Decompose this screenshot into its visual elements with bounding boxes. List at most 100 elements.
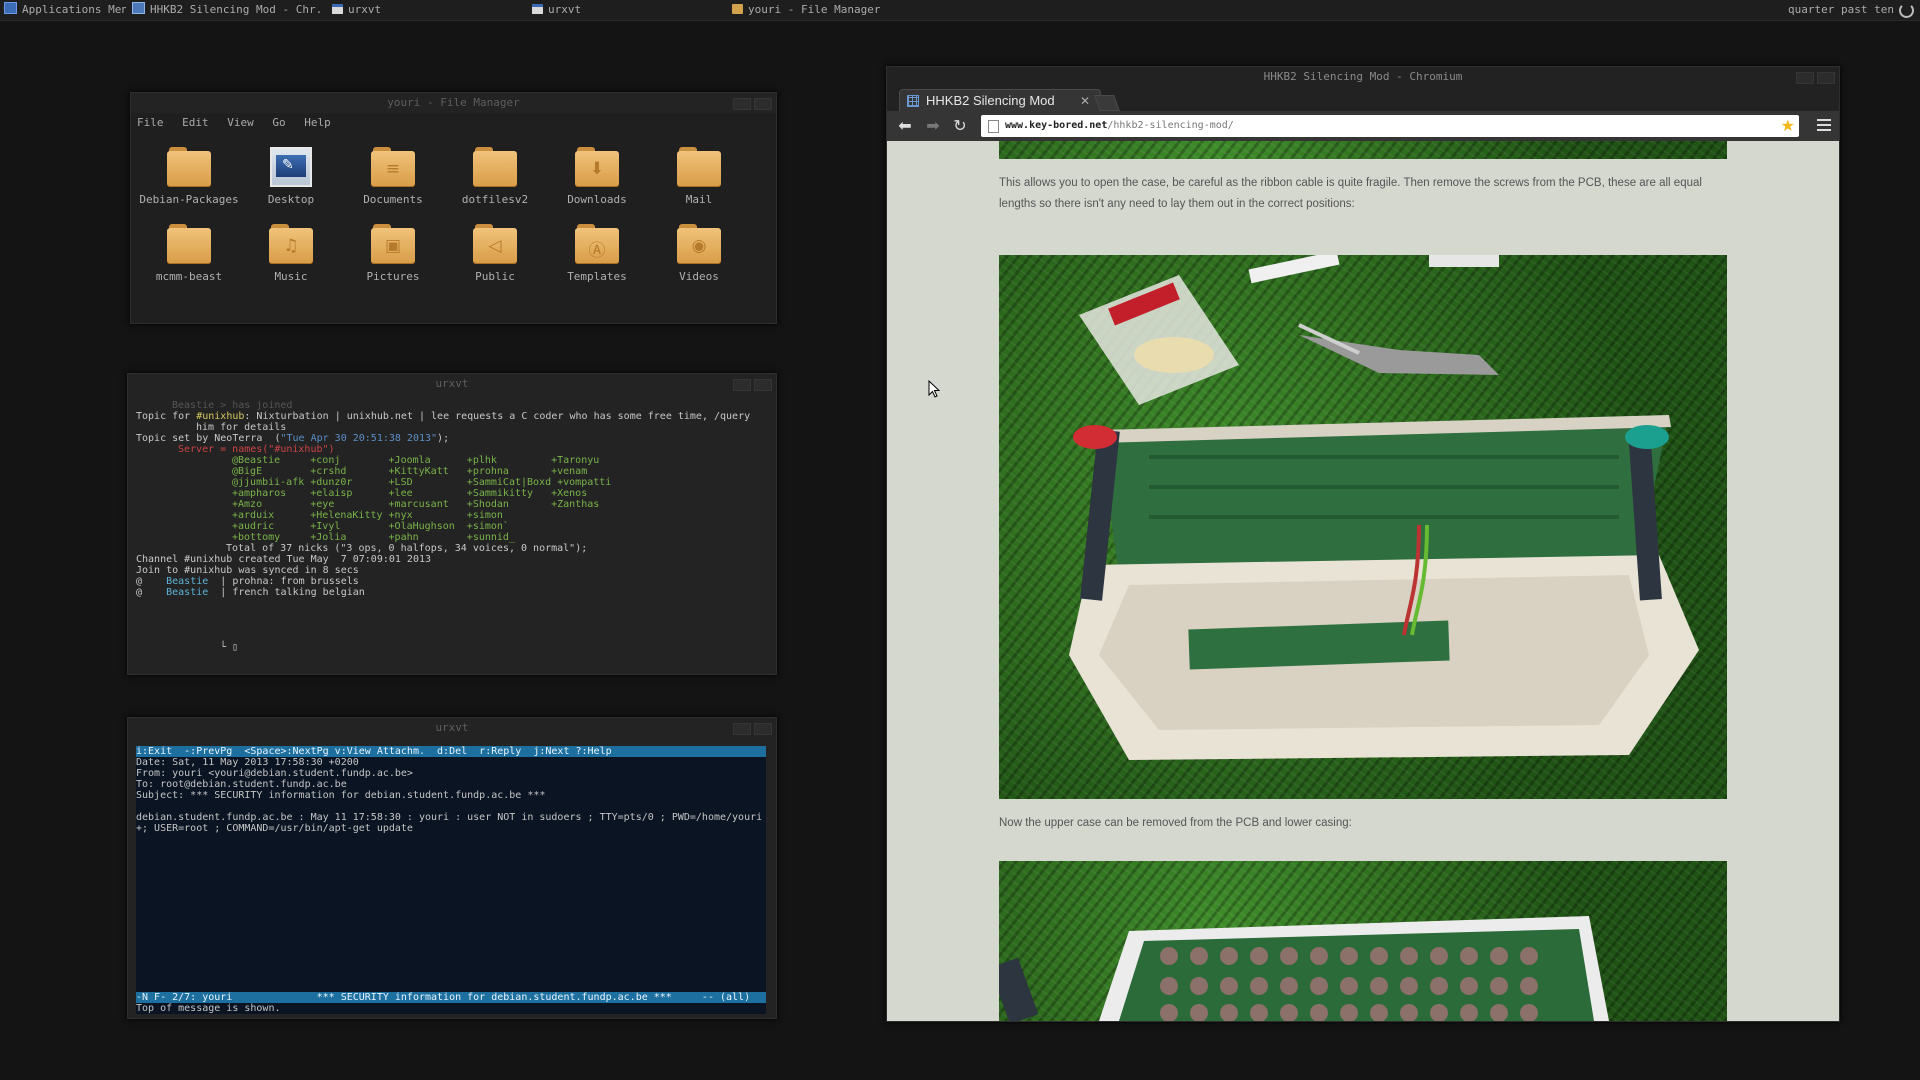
close-button[interactable]: [754, 98, 772, 110]
nick-total-line: Total of 37 nicks ("3 ops, 0 halfops, 34…: [226, 543, 588, 554]
mutt-footer: Top of message is shown.: [136, 1003, 281, 1014]
applications-menu-button[interactable]: Applications Menu: [4, 0, 126, 20]
folder-item[interactable]: Ⓐ Templates: [547, 224, 647, 283]
mail-from: From: youri <youri@debian.student.fundp.…: [136, 768, 413, 779]
folder-item[interactable]: dotfilesv2: [445, 147, 545, 206]
nick-row: +ampharos +elaisp +lee +Sammikitty +Xeno…: [232, 488, 588, 499]
folder-icon: [167, 224, 211, 264]
article-paragraph: This allows you to open the case, be car…: [999, 177, 1702, 210]
hamburger-menu-icon[interactable]: [1817, 119, 1831, 134]
task-urxvt-2[interactable]: urxvt: [532, 0, 722, 20]
folder-label: Public: [475, 270, 515, 283]
folder-item[interactable]: ✎ Desktop: [241, 147, 341, 206]
folder-item[interactable]: mcmm-beast: [139, 224, 239, 283]
music-folder-icon: ♫: [269, 224, 313, 264]
window-title: youri - File Manager: [387, 96, 520, 109]
folder-label: Desktop: [267, 193, 315, 206]
irc-input-prompt[interactable]: └ ▯: [136, 642, 238, 653]
menu-file[interactable]: File: [137, 116, 164, 129]
terminal-icon: [532, 4, 543, 14]
irc-output: Beastie > has joined Topic for #unixhub:…: [136, 400, 768, 653]
message-line: @ Beastie | prohna: from brussels: [136, 576, 359, 587]
menu-go[interactable]: Go: [272, 116, 285, 129]
page-viewport[interactable]: This allows you to open the case, be car…: [887, 141, 1839, 1021]
mail-body: +; USER=root ; COMMAND=/usr/bin/apt-get …: [136, 823, 413, 834]
sync-line: Join to #unixhub was synced in 8 secs: [136, 565, 359, 576]
window-titlebar[interactable]: HHKB2 Silencing Mod - Chromium: [887, 67, 1839, 87]
folder-item[interactable]: Debian-Packages: [139, 147, 239, 206]
folder-label: Mail: [685, 193, 713, 206]
close-button[interactable]: [754, 723, 772, 735]
close-button[interactable]: [754, 379, 772, 391]
task-file-manager[interactable]: youri - File Manager: [732, 0, 932, 20]
mouse-cursor-icon: [928, 380, 940, 398]
minimize-button[interactable]: [733, 723, 751, 735]
folder-icon: [677, 147, 721, 187]
task-label: urxvt: [348, 3, 382, 16]
downloads-folder-icon: ⬇: [575, 147, 619, 187]
folder-label: dotfilesv2: [461, 193, 529, 206]
window-title: urxvt: [435, 377, 469, 390]
task-label: HHKB2 Silencing Mod - Chr...: [150, 3, 324, 16]
mail-subject: Subject: *** SECURITY information for de…: [136, 790, 546, 801]
minimize-button[interactable]: [733, 379, 751, 391]
forward-arrow-icon[interactable]: ➡: [923, 116, 943, 136]
task-urxvt-1[interactable]: urxvt: [332, 0, 522, 20]
desktop-icon: ✎: [270, 147, 312, 187]
menubar: File Edit View Go Help: [131, 113, 776, 133]
folder-icon: [167, 147, 211, 187]
task-label: youri - File Manager: [748, 3, 881, 16]
photo-illustration: [999, 916, 1609, 1021]
browser-tab[interactable]: HHKB2 Silencing Mod ✕: [899, 89, 1101, 112]
back-arrow-icon[interactable]: ⬅: [895, 116, 915, 136]
irc-terminal-window[interactable]: urxvt Beastie > has joined Topic for #un…: [127, 373, 777, 675]
mutt-status-bar: -N F- 2/7: youri *** SECURITY informatio…: [136, 992, 766, 1003]
menu-view[interactable]: View: [227, 116, 254, 129]
close-tab-icon[interactable]: ✕: [1080, 90, 1090, 112]
menu-edit[interactable]: Edit: [182, 116, 209, 129]
close-button[interactable]: [1817, 72, 1835, 84]
power-icon[interactable]: [1899, 3, 1914, 18]
public-folder-icon: ◁: [473, 224, 517, 264]
mutt-terminal-window[interactable]: urxvt i:Exit -:PrevPg <Space>:NextPg v:V…: [127, 717, 777, 1019]
mutt-help-bar: i:Exit -:PrevPg <Space>:NextPg v:View At…: [136, 746, 766, 757]
nick-row: +Amzo +eye +marcusant +Shodan +Zanthas: [232, 499, 600, 510]
folder-item[interactable]: ▣ Pictures: [343, 224, 443, 283]
folder-item[interactable]: ⬇ Downloads: [547, 147, 647, 206]
chromium-window: HHKB2 Silencing Mod - Chromium HHKB2 Sil…: [886, 66, 1840, 1022]
minimize-button[interactable]: [733, 98, 751, 110]
videos-folder-icon: ◉: [677, 224, 721, 264]
folder-item[interactable]: ◉ Videos: [649, 224, 749, 283]
join-line: Beastie > has joined: [172, 400, 293, 411]
address-bar[interactable]: www.key-bored.net/hhkb2-silencing-mod/ ★: [981, 115, 1799, 137]
file-manager-window: youri - File Manager File Edit View Go H…: [130, 92, 777, 324]
window-titlebar[interactable]: urxvt: [128, 374, 776, 394]
folder-label: Pictures: [366, 270, 420, 283]
folder-label: Documents: [363, 193, 423, 206]
folder-item[interactable]: ♫ Music: [241, 224, 341, 283]
site-favicon-icon: [907, 95, 919, 107]
topic-line: Topic for #unixhub: Nixturbation | unixh…: [136, 411, 751, 422]
upper-case-photo[interactable]: [999, 861, 1727, 1021]
tab-strip: HHKB2 Silencing Mod ✕: [887, 87, 1839, 112]
window-titlebar[interactable]: urxvt: [128, 718, 776, 738]
bookmark-star-icon[interactable]: ★: [1781, 115, 1795, 137]
article-paragraph: Now the upper case can be removed from t…: [999, 817, 1352, 829]
window-titlebar[interactable]: youri - File Manager: [131, 93, 776, 113]
task-chromium[interactable]: HHKB2 Silencing Mod - Chr...: [132, 0, 324, 20]
keyboard-case-photo[interactable]: [999, 255, 1727, 799]
nick-row: @jjumbii-afk +dunz0r +LSD +SammiCat|Boxd…: [232, 477, 612, 488]
folder-label: Debian-Packages: [139, 193, 239, 206]
minimize-button[interactable]: [1796, 72, 1814, 84]
menu-help[interactable]: Help: [304, 116, 331, 129]
photo-top-cropped: [999, 141, 1727, 159]
folder-item[interactable]: ≡ Documents: [343, 147, 443, 206]
applications-menu-icon: [4, 2, 17, 14]
folder-item[interactable]: Mail: [649, 147, 749, 206]
documents-folder-icon: ≡: [371, 147, 415, 187]
reload-icon[interactable]: ↻: [950, 116, 970, 136]
window-title: HHKB2 Silencing Mod - Chromium: [1263, 70, 1463, 83]
folder-item[interactable]: ◁ Public: [445, 224, 545, 283]
clock[interactable]: quarter past ten: [1788, 0, 1894, 20]
page-icon: [988, 120, 999, 133]
